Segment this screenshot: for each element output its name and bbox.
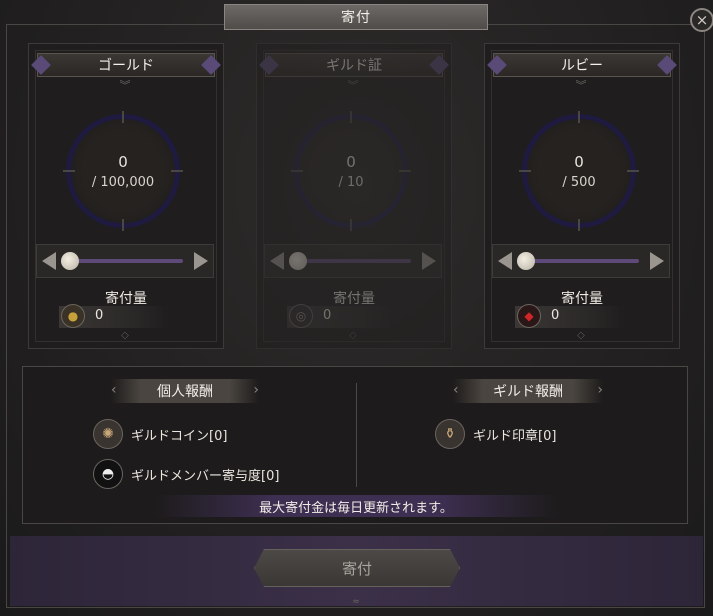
- chevron-right-icon: ›: [253, 382, 259, 398]
- amount-label: 寄付量: [333, 291, 375, 307]
- increase-arrow-icon[interactable]: [650, 252, 664, 270]
- ring-tick: [122, 219, 124, 231]
- wing-ornament-icon: [201, 55, 221, 75]
- panel-title-label: ギルド証: [326, 58, 382, 74]
- max-value: / 10: [338, 175, 364, 190]
- ring-tick: [578, 219, 580, 231]
- ring-tick: [122, 111, 124, 123]
- personal-reward-title: ‹ 個人報酬 ›: [111, 379, 259, 403]
- chevron-left-icon: ‹: [453, 382, 459, 398]
- donation-panel-gold: ゴールド ︾ 0 / 100,000 寄付量 ● 0 ◇: [28, 43, 224, 349]
- panel-title: ギルド証: [259, 53, 449, 77]
- increase-arrow-icon[interactable]: [422, 252, 436, 270]
- donation-panel-ruby: ルビー ︾ 0 / 500 寄付量 ◆ 0 ◇: [484, 43, 680, 349]
- max-value: / 100,000: [91, 175, 155, 190]
- chevron-left-icon: ‹: [111, 382, 117, 398]
- amount-slider: [264, 244, 442, 278]
- guild-token-icon: ◎: [289, 304, 313, 328]
- reward-item-contribution[interactable]: ◓ ギルドメンバー寄与度[0]: [93, 459, 279, 489]
- slider-thumb[interactable]: [61, 252, 79, 270]
- guild-coin-icon: ✺: [93, 419, 123, 449]
- current-value: 0: [118, 153, 128, 171]
- panel-title-label: ルビー: [561, 58, 603, 74]
- amount-value: 0: [551, 308, 560, 323]
- decrease-arrow-icon[interactable]: [498, 252, 512, 270]
- current-value: 0: [574, 153, 584, 171]
- decrease-arrow-icon[interactable]: [42, 252, 56, 270]
- progress-ring: 0 / 100,000: [63, 111, 183, 231]
- ornament-icon: ≈: [352, 597, 360, 607]
- reward-item-label: ギルドコイン[0]: [131, 428, 228, 444]
- increase-arrow-icon[interactable]: [194, 252, 208, 270]
- reward-item-guild-coin[interactable]: ✺ ギルドコイン[0]: [93, 419, 227, 449]
- divider: [356, 383, 357, 487]
- amount-slider: [492, 244, 670, 278]
- personal-reward-title-label: 個人報酬: [157, 384, 213, 400]
- reward-item-label: ギルドメンバー寄与度[0]: [131, 468, 280, 484]
- amount-value: 0: [95, 308, 104, 323]
- donation-panel-guild-token: ギルド証 ︾ 0 / 10 寄付量 ◎ 0 ◇: [256, 43, 452, 349]
- close-icon[interactable]: ×: [690, 8, 713, 32]
- max-value: / 500: [562, 175, 596, 190]
- daily-reset-notice: 最大寄付金は毎日更新されます。: [153, 495, 559, 517]
- guild-reward-title: ‹ ギルド報酬 ›: [453, 379, 603, 403]
- donation-window: 寄付 × ゴールド ︾ 0 / 100,000 寄付量 ● 0 ◇ ギルド証 ︾…: [0, 0, 713, 616]
- amount-value: 0: [323, 308, 332, 323]
- slider-thumb[interactable]: [517, 252, 535, 270]
- panel-title-label: ゴールド: [98, 58, 154, 74]
- progress-ring: 0 / 500: [519, 111, 639, 231]
- panel-title: ルビー: [487, 53, 677, 77]
- amount-label: 寄付量: [561, 291, 603, 307]
- wing-ornament-icon: [657, 55, 677, 75]
- ornament-icon: ︾: [347, 79, 359, 92]
- panel-title: ゴールド: [31, 53, 221, 77]
- reward-item-label: ギルド印章[0]: [473, 428, 557, 444]
- rewards-section: ‹ 個人報酬 › ‹ ギルド報酬 › ✺ ギルドコイン[0] ◓ ギルドメンバー…: [22, 366, 688, 524]
- ornament-icon: ◇: [577, 330, 585, 341]
- slider-thumb[interactable]: [289, 252, 307, 270]
- ornament-icon: ◇: [349, 330, 357, 341]
- guild-reward-title-label: ギルド報酬: [493, 384, 563, 400]
- chevron-right-icon: ›: [597, 382, 603, 398]
- helmet-icon: ◓: [93, 459, 123, 489]
- amount-label: 寄付量: [105, 291, 147, 307]
- wing-ornament-icon: [429, 55, 449, 75]
- progress-ring: 0 / 10: [291, 111, 411, 231]
- ruby-icon: ◆: [517, 304, 541, 328]
- ring-tick: [350, 219, 352, 231]
- window-title: 寄付: [224, 4, 488, 30]
- reward-item-guild-seal[interactable]: ⚱ ギルド印章[0]: [435, 419, 556, 449]
- slider-track[interactable]: [67, 259, 183, 263]
- ornament-icon: ︾: [575, 79, 587, 92]
- amount-slider: [36, 244, 214, 278]
- slider-track[interactable]: [295, 259, 411, 263]
- slider-track[interactable]: [523, 259, 639, 263]
- ornament-icon: ︾: [119, 79, 131, 92]
- guild-seal-icon: ⚱: [435, 419, 465, 449]
- ornament-icon: ◇: [121, 330, 129, 341]
- current-value: 0: [346, 153, 356, 171]
- donate-button[interactable]: 寄付: [254, 549, 460, 587]
- decrease-arrow-icon[interactable]: [270, 252, 284, 270]
- gold-coin-icon: ●: [61, 304, 85, 328]
- ring-tick: [578, 111, 580, 123]
- ring-tick: [350, 111, 352, 123]
